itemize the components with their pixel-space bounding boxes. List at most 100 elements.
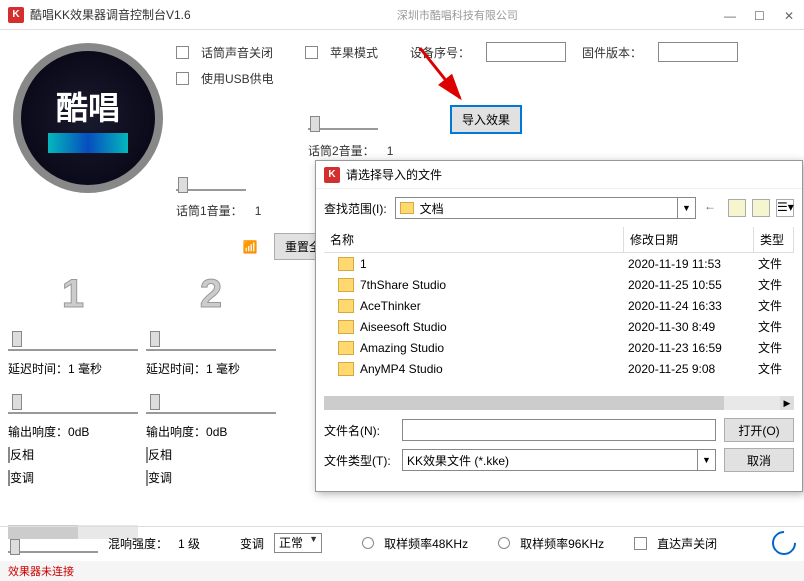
view-menu-icon[interactable]: ☰▾ bbox=[776, 199, 794, 217]
maximize-button[interactable]: ☐ bbox=[754, 9, 766, 21]
mic2-volume-slider[interactable] bbox=[308, 110, 378, 130]
channel-1: 1 延迟时间：1 毫秒 输出响度：0dB 反相 变调 bbox=[8, 272, 138, 489]
sample-48-radio[interactable] bbox=[362, 537, 374, 549]
output-value: 0dB bbox=[68, 425, 89, 439]
file-name: Aiseesoft Studio bbox=[360, 320, 628, 334]
file-name: AceThinker bbox=[360, 299, 628, 313]
file-date: 2020-11-30 8:49 bbox=[628, 320, 758, 334]
usb-power-label: 使用USB供电 bbox=[201, 70, 274, 87]
file-date: 2020-11-25 9:08 bbox=[628, 362, 758, 376]
device-no-label: 设备序号： bbox=[410, 44, 470, 61]
filename-input[interactable] bbox=[402, 419, 716, 441]
apple-mode-checkbox[interactable] bbox=[305, 46, 318, 59]
file-row[interactable]: AnyMP4 Studio2020-11-25 9:08文件 bbox=[324, 358, 794, 379]
filetype-label: 文件类型(T): bbox=[324, 452, 394, 469]
file-name: 7thShare Studio bbox=[360, 278, 628, 292]
lookin-combo[interactable]: 文档 ▼ bbox=[395, 197, 696, 219]
new-folder-icon[interactable] bbox=[752, 199, 770, 217]
delay-label: 延迟时间： bbox=[8, 362, 68, 376]
file-row[interactable]: 7thShare Studio2020-11-25 10:55文件 bbox=[324, 274, 794, 295]
delay-slider[interactable] bbox=[8, 323, 138, 351]
file-row[interactable]: AceThinker2020-11-24 16:33文件 bbox=[324, 295, 794, 316]
waveform-icon bbox=[48, 133, 128, 153]
file-date: 2020-11-24 16:33 bbox=[628, 299, 758, 313]
pitch-dropdown[interactable]: 正常 bbox=[274, 533, 322, 553]
filename-label: 文件名(N): bbox=[324, 422, 394, 439]
reverb-value: 1 级 bbox=[178, 535, 200, 552]
file-date: 2020-11-25 10:55 bbox=[628, 278, 758, 292]
column-name[interactable]: 名称 bbox=[324, 227, 624, 252]
pitch-label: 变调 bbox=[148, 471, 172, 485]
mic1-volume-slider[interactable] bbox=[176, 171, 246, 191]
mic-mute-checkbox[interactable] bbox=[176, 46, 189, 59]
refresh-icon[interactable] bbox=[767, 526, 801, 560]
apple-mode-label: 苹果模式 bbox=[330, 44, 378, 61]
file-row[interactable]: 12020-11-19 11:53文件 bbox=[324, 253, 794, 274]
file-type: 文件 bbox=[758, 276, 794, 293]
dialog-icon: K bbox=[324, 167, 340, 183]
file-type: 文件 bbox=[758, 297, 794, 314]
file-type: 文件 bbox=[758, 318, 794, 335]
column-type[interactable]: 类型 bbox=[754, 227, 794, 252]
close-button[interactable]: ✕ bbox=[784, 9, 796, 21]
folder-icon bbox=[338, 299, 354, 313]
back-icon[interactable]: ← bbox=[704, 199, 722, 217]
pitch-label: 变调 bbox=[10, 471, 34, 485]
file-name: 1 bbox=[360, 257, 628, 271]
file-list[interactable]: 名称 修改日期 类型 12020-11-19 11:53文件7thShare S… bbox=[324, 227, 794, 392]
file-date: 2020-11-23 16:59 bbox=[628, 341, 758, 355]
mic-mute-label: 话筒声音关闭 bbox=[201, 44, 273, 61]
file-name: AnyMP4 Studio bbox=[360, 362, 628, 376]
sample-48-label: 取样频率48KHz bbox=[384, 535, 468, 552]
output-slider[interactable] bbox=[8, 386, 138, 414]
folder-icon bbox=[338, 278, 354, 292]
firmware-label: 固件版本： bbox=[582, 44, 642, 61]
file-list-scrollbar[interactable]: ▶ bbox=[324, 396, 794, 410]
direct-off-label: 直达声关闭 bbox=[657, 535, 717, 552]
file-type: 文件 bbox=[758, 360, 794, 377]
titlebar: K 酷唱KK效果器调音控制台V1.6 深圳市酷唱科技有限公司 — ☐ ✕ bbox=[0, 0, 804, 30]
column-date[interactable]: 修改日期 bbox=[624, 227, 754, 252]
company-name: 深圳市酷唱科技有限公司 bbox=[191, 7, 724, 23]
file-row[interactable]: Aiseesoft Studio2020-11-30 8:49文件 bbox=[324, 316, 794, 337]
file-type: 文件 bbox=[758, 339, 794, 356]
open-button[interactable]: 打开(O) bbox=[724, 418, 794, 442]
channel-2: 2 延迟时间：1 毫秒 输出响度：0dB 反相 变调 bbox=[146, 272, 276, 489]
delay-slider[interactable] bbox=[146, 323, 276, 351]
filetype-combo[interactable]: KK效果文件 (*.kke) ▼ bbox=[402, 449, 716, 471]
folder-icon bbox=[338, 257, 354, 271]
lookin-label: 查找范围(I): bbox=[324, 200, 387, 217]
bottom-toolbar: 混响强度： 1 级 变调 正常 取样频率48KHz 取样频率96KHz 直达声关… bbox=[0, 526, 804, 559]
output-label: 输出响度： bbox=[8, 425, 68, 439]
app-title: 酷唱KK效果器调音控制台V1.6 bbox=[30, 6, 191, 23]
file-row[interactable]: Amazing Studio2020-11-23 16:59文件 bbox=[324, 337, 794, 358]
usb-power-checkbox[interactable] bbox=[176, 72, 189, 85]
channel-number: 1 bbox=[8, 272, 138, 317]
dropdown-arrow-icon[interactable]: ▼ bbox=[677, 198, 695, 218]
channel-number: 2 bbox=[146, 272, 276, 317]
minimize-button[interactable]: — bbox=[724, 9, 736, 21]
mic2-vol-value: 1 bbox=[387, 144, 394, 158]
invert-label: 反相 bbox=[10, 448, 34, 462]
file-open-dialog: K 请选择导入的文件 查找范围(I): 文档 ▼ ← ☰▾ 名称 修改日期 类型 bbox=[315, 160, 803, 492]
up-folder-icon[interactable] bbox=[728, 199, 746, 217]
invert-label: 反相 bbox=[148, 448, 172, 462]
mic2-vol-label: 话筒2音量： bbox=[308, 142, 375, 159]
logo-area: 酷唱 bbox=[8, 38, 168, 198]
direct-off-checkbox[interactable] bbox=[634, 537, 647, 550]
file-name: Amazing Studio bbox=[360, 341, 628, 355]
sample-96-radio[interactable] bbox=[498, 537, 510, 549]
output-slider[interactable] bbox=[146, 386, 276, 414]
import-effect-button[interactable]: 导入效果 bbox=[450, 105, 522, 134]
dialog-title: 请选择导入的文件 bbox=[346, 166, 442, 183]
folder-icon bbox=[400, 202, 414, 214]
dropdown-arrow-icon[interactable]: ▼ bbox=[697, 450, 715, 470]
output-value: 0dB bbox=[206, 425, 227, 439]
output-label: 输出响度： bbox=[146, 425, 206, 439]
wifi-icon: 📶 bbox=[238, 235, 262, 259]
firmware-field bbox=[658, 42, 738, 62]
status-bar: 效果器未连接 bbox=[0, 561, 804, 581]
pitch-label: 变调 bbox=[240, 535, 264, 552]
reverb-slider[interactable] bbox=[8, 533, 98, 553]
cancel-button[interactable]: 取消 bbox=[724, 448, 794, 472]
